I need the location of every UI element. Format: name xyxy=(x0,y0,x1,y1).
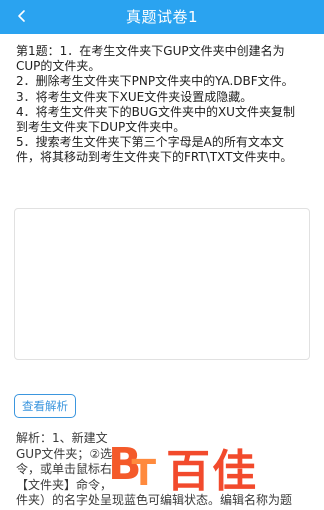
question-line: CUP的文件夹。 xyxy=(16,59,101,74)
question-line: 2．删除考生文件夹下PNP文件夹中的YA.DBF文件。 xyxy=(16,74,294,89)
chevron-left-icon xyxy=(18,10,25,22)
question-line: 第1题：1．在考生文件夹下GUP文件夹中创建名为 xyxy=(16,44,285,58)
question-line: 5．搜索考生文件夹下第三个字母是A的所有文本文 xyxy=(16,135,284,150)
question-line: 4．将考生文件夹下的BUG文件夹中的XU文件夹复制 xyxy=(16,104,295,119)
back-button[interactable] xyxy=(12,6,32,26)
question-text: 第1题：1．在考生文件夹下GUP文件夹中创建名为 CUP的文件夹。 2．删除考生… xyxy=(16,44,310,166)
watermark-logo: B T 百佳 xyxy=(108,432,304,502)
title-bar: 真题试卷1 xyxy=(0,0,324,34)
watermark-text: 百佳 xyxy=(166,446,259,497)
question-line: 3．将考生文件夹下XUE文件夹设置成隐藏。 xyxy=(16,89,253,104)
question-line: 到考生文件夹下DUP文件夹中。 xyxy=(16,120,186,135)
watermark-logo-letter-t: T xyxy=(131,452,157,494)
view-analysis-button[interactable]: 查看解析 xyxy=(14,394,76,418)
answer-input[interactable] xyxy=(14,208,310,360)
page-title: 真题试卷1 xyxy=(125,8,199,26)
question-line: 件，将其移动到考生文件夹下的FRT\TXT文件夹中。 xyxy=(16,150,293,165)
